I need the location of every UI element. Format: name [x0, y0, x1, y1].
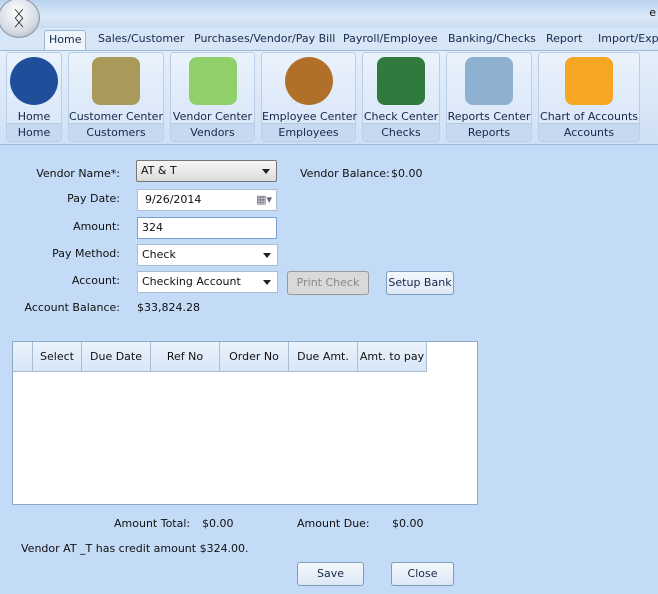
ribbon-group-label: Employees: [262, 123, 355, 141]
tab-sales-customer[interactable]: Sales/Customer: [98, 30, 184, 50]
ribbon-button-employees[interactable]: Employee Center Employees: [261, 52, 357, 142]
ribbon-group-label: Customers: [69, 123, 163, 141]
account-select[interactable]: Checking Account: [137, 271, 278, 293]
amount-due-label: Amount Due:: [297, 517, 370, 530]
tab-home[interactable]: Home: [44, 30, 87, 50]
vendor-balance-label: Vendor Balance:: [300, 167, 390, 180]
ribbon-button-customers[interactable]: Customer Center Customers: [68, 52, 164, 142]
account-balance-value: $33,824.28: [137, 301, 200, 314]
ribbon-button-label: Vendor Center: [172, 110, 253, 123]
app-logo-icon: ᛝ: [13, 6, 25, 30]
ribbon-button-reports[interactable]: Reports Center Reports: [446, 52, 532, 142]
ribbon-button-checks[interactable]: Check Center Checks: [362, 52, 440, 142]
checkbook-icon: [377, 57, 425, 105]
column-header-order-no[interactable]: Order No: [220, 342, 289, 372]
setup-bank-button[interactable]: Setup Bank: [386, 271, 454, 295]
vendor-balance-value: $0.00: [391, 167, 423, 180]
ribbon-button-label: Chart of Accounts: [540, 110, 638, 123]
ribbon-group-label: Checks: [363, 123, 439, 141]
column-header-select[interactable]: Select: [33, 342, 82, 372]
credit-message: Vendor AT _T has credit amount $324.00.: [21, 542, 249, 555]
reports-binder-icon: [465, 57, 513, 105]
amount-input[interactable]: 324: [137, 217, 277, 239]
ribbon-button-home[interactable]: Home Home: [6, 52, 62, 142]
tab-payroll[interactable]: Payroll/Employee: [343, 30, 438, 50]
home-icon: [10, 57, 58, 105]
column-header-due-date[interactable]: Due Date: [82, 342, 151, 372]
bills-grid[interactable]: Select Due Date Ref No Order No Due Amt.…: [12, 341, 478, 505]
pay-date-picker[interactable]: 9/26/2014 ▦▾: [137, 189, 277, 211]
ribbon-button-label: Reports Center: [447, 110, 531, 123]
ribbon-group-label: Home: [7, 123, 61, 141]
vendor-name-label: Vendor Name*:: [36, 167, 120, 180]
vendor-name-select[interactable]: AT & T: [136, 160, 277, 182]
row-header-corner: [13, 342, 33, 372]
ribbon-button-accounts[interactable]: Chart of Accounts Accounts: [538, 52, 640, 142]
ribbon-button-label: Employee Center: [262, 110, 357, 123]
vendor-book-icon: [188, 57, 237, 105]
pay-method-label: Pay Method:: [52, 247, 120, 260]
ribbon-group-label: Reports: [447, 123, 531, 141]
column-header-due-amt[interactable]: Due Amt.: [289, 342, 358, 372]
ribbon-group-label: Vendors: [171, 123, 254, 141]
column-header-amt-to-pay[interactable]: Amt. to pay: [358, 342, 427, 372]
column-header-ref-no[interactable]: Ref No: [151, 342, 220, 372]
customer-folder-icon: [92, 57, 140, 105]
account-balance-label: Account Balance:: [24, 301, 121, 314]
pay-date-label: Pay Date:: [67, 192, 120, 205]
title-bar: e: [0, 0, 658, 28]
amount-total-label: Amount Total:: [114, 517, 191, 530]
calendar-icon[interactable]: ▦▾: [256, 190, 272, 210]
tab-import-export[interactable]: Import/Expo: [598, 30, 658, 50]
ribbon-button-vendors[interactable]: Vendor Center Vendors: [170, 52, 255, 142]
ribbon-group-label: Accounts: [539, 123, 639, 141]
account-label: Account:: [71, 274, 120, 287]
ribbon-tabs: Home Sales/Customer Purchases/Vendor/Pay…: [0, 28, 658, 50]
amount-total-value: $0.00: [202, 517, 234, 530]
tab-report[interactable]: Report: [546, 30, 582, 50]
accounts-folder-icon: [565, 57, 613, 105]
employee-group-icon: [284, 57, 333, 105]
pay-date-value: 9/26/2014: [145, 193, 202, 206]
tab-banking[interactable]: Banking/Checks: [448, 30, 536, 50]
close-button[interactable]: Close: [391, 562, 454, 586]
print-check-button[interactable]: Print Check: [287, 271, 369, 295]
title-text: e: [649, 6, 656, 19]
ribbon-button-label: Home: [17, 110, 51, 123]
tab-purchases[interactable]: Purchases/Vendor/Pay Bill: [194, 30, 335, 50]
ribbon-button-label: Customer Center: [69, 110, 163, 123]
amount-due-value: $0.00: [392, 517, 424, 530]
save-button[interactable]: Save: [297, 562, 364, 586]
amount-label: Amount:: [73, 220, 120, 233]
ribbon-button-label: Check Center: [363, 110, 439, 123]
pay-method-select[interactable]: Check: [137, 244, 278, 266]
